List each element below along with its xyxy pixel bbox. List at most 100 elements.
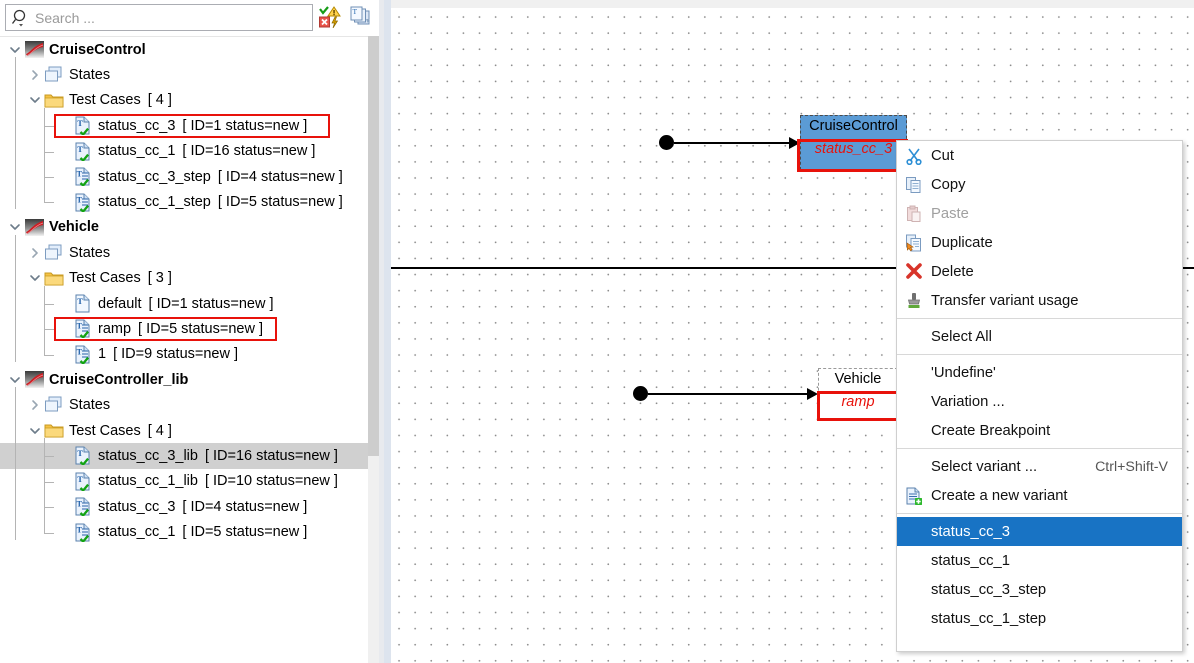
tree-row-meta: [ ID=5 status=new ] <box>138 321 263 337</box>
menu-item-label: 'Undefine' <box>931 365 1182 381</box>
tree-row-cruisecontrol[interactable]: CruiseControl <box>0 37 368 62</box>
menu-item-status-cc-1-step[interactable]: status_cc_1_step <box>897 604 1182 633</box>
svg-text:T: T <box>77 474 83 484</box>
tree-row-label: status_cc_3 <box>98 499 175 515</box>
menu-separator <box>897 513 1182 514</box>
tree-connector-line <box>44 126 54 127</box>
menu-item-cut[interactable]: Cut <box>897 141 1182 170</box>
tree-indent-spacer <box>55 113 73 138</box>
tree-row-status-cc-1[interactable]: Tstatus_cc_1[ ID=16 status=new ] <box>0 139 368 164</box>
tree-row-test-cases[interactable]: Test Cases[ 4 ] <box>0 418 368 443</box>
tree-row-cruisecontroller-lib[interactable]: CruiseController_lib <box>0 367 368 392</box>
menu-item-select-all[interactable]: Select All <box>897 322 1182 351</box>
tree-row-ramp[interactable]: Tramp[ ID=5 status=new ] <box>0 316 368 341</box>
tree-indent-spacer <box>55 164 73 189</box>
tree-row-1[interactable]: T1[ ID=9 status=new ] <box>0 342 368 367</box>
tree-row-vehicle[interactable]: Vehicle <box>0 215 368 240</box>
menu-item-undefine[interactable]: 'Undefine' <box>897 358 1182 387</box>
tree-connector-line <box>44 304 54 305</box>
tree-row-meta: [ ID=4 status=new ] <box>218 169 343 185</box>
svg-text:T: T <box>77 500 83 509</box>
svg-text:T: T <box>77 170 83 179</box>
tree-row-test-cases[interactable]: Test Cases[ 3 ] <box>0 266 368 291</box>
menu-item-delete[interactable]: Delete <box>897 257 1182 286</box>
svg-text:T: T <box>77 296 83 306</box>
menu-item-label: status_cc_3_step <box>931 582 1182 598</box>
connector-line-2 <box>648 393 809 395</box>
tree-connector-line <box>44 438 45 534</box>
application-window: Search ... T <box>0 0 1194 663</box>
tree-connector-line <box>44 202 54 203</box>
chevron-right-icon[interactable] <box>26 240 44 265</box>
svg-text:T: T <box>77 347 83 356</box>
teststep-icon: T <box>73 167 93 187</box>
menu-item-status-cc-1[interactable]: status_cc_1 <box>897 546 1182 575</box>
block-vehicle-variant-highlight <box>817 391 900 421</box>
menu-item-status-cc-3-step[interactable]: status_cc_3_step <box>897 575 1182 604</box>
folder-icon <box>44 421 64 441</box>
scrollbar-thumb[interactable] <box>368 36 379 456</box>
tree-row-states[interactable]: States <box>0 240 368 265</box>
testcase-icon: T <box>73 141 93 161</box>
menu-item-label: Create a new variant <box>931 488 1182 504</box>
tree-connector-line <box>44 456 54 457</box>
search-placeholder: Search ... <box>35 10 95 26</box>
tree-row-label: Vehicle <box>49 219 99 235</box>
tree-row-status-cc-3[interactable]: Tstatus_cc_3[ ID=4 status=new ] <box>0 494 368 519</box>
menu-item-variation[interactable]: Variation ... <box>897 387 1182 416</box>
menu-item-label: Select variant ... <box>931 459 1095 475</box>
tree-row-status-cc-1-lib[interactable]: Tstatus_cc_1_lib[ ID=10 status=new ] <box>0 469 368 494</box>
menu-item-create-breakpoint[interactable]: Create Breakpoint <box>897 416 1182 445</box>
tree-row-meta: [ ID=5 status=new ] <box>182 524 307 540</box>
tree-indent-spacer <box>55 139 73 164</box>
search-input[interactable]: Search ... <box>5 4 313 31</box>
tree-row-states[interactable]: States <box>0 62 368 87</box>
menu-item-status-cc-3[interactable]: status_cc_3 <box>897 517 1182 546</box>
tree-row-status-cc-1[interactable]: Tstatus_cc_1 [ ID=5 status=new ] <box>0 519 368 544</box>
tree-row-status-cc-3-lib[interactable]: Tstatus_cc_3_lib[ ID=16 status=new ] <box>0 443 368 468</box>
tree-row-states[interactable]: States <box>0 392 368 417</box>
delete-x-icon <box>897 257 931 286</box>
tree-connector-line <box>44 177 54 178</box>
tree-connector-line <box>44 152 54 153</box>
model-icon <box>24 217 44 237</box>
chevron-right-icon[interactable] <box>26 393 44 418</box>
tree-row-status-cc-1-step[interactable]: Tstatus_cc_1_step[ ID=5 status=new ] <box>0 189 368 214</box>
tree-row-status-cc-3-step[interactable]: Tstatus_cc_3_step[ ID=4 status=new ] <box>0 164 368 189</box>
connector-start-dot-2 <box>633 386 648 401</box>
test-case-browser-panel: Search ... T <box>0 0 380 663</box>
folder-icon <box>44 268 64 288</box>
chevron-down-icon[interactable] <box>26 266 44 291</box>
tree-row-label: status_cc_1 <box>98 524 175 540</box>
testcase-icon: T <box>73 446 93 466</box>
menu-icon-spacer <box>897 604 931 633</box>
menu-item-label: Transfer variant usage <box>931 293 1182 309</box>
tree-row-label: CruiseController_lib <box>49 372 188 388</box>
block-cruisecontrol-title: CruiseControl <box>801 118 906 134</box>
tree-row-default[interactable]: Tdefault[ ID=1 status=new ] <box>0 291 368 316</box>
chevron-down-icon[interactable] <box>26 88 44 113</box>
tree-row-test-cases[interactable]: Test Cases[ 4 ] <box>0 88 368 113</box>
tree-indent-spacer <box>55 316 73 341</box>
copy-testcase-icon[interactable]: T <box>348 5 372 29</box>
chevron-down-icon[interactable] <box>26 418 44 443</box>
svg-text:T: T <box>353 7 358 16</box>
tree-row-label: default <box>98 296 142 312</box>
menu-item-duplicate[interactable]: Duplicate <box>897 228 1182 257</box>
chevron-right-icon[interactable] <box>26 63 44 88</box>
tree-vertical-scrollbar[interactable] <box>368 36 379 663</box>
teststep-icon: T <box>73 522 93 542</box>
menu-item-create-a-new-variant[interactable]: Create a new variant <box>897 481 1182 510</box>
menu-item-copy[interactable]: Copy <box>897 170 1182 199</box>
validate-icon[interactable] <box>318 5 342 29</box>
canvas-top-ruler <box>384 0 1194 8</box>
svg-text:T: T <box>77 195 83 204</box>
menu-item-label: Copy <box>931 177 1182 193</box>
model-tree[interactable]: CruiseControlStatesTest Cases[ 4 ]Tstatu… <box>0 36 368 663</box>
tree-row-status-cc-3[interactable]: Tstatus_cc_3[ ID=1 status=new ] <box>0 113 368 138</box>
menu-item-transfer-variant-usage[interactable]: Transfer variant usage <box>897 286 1182 315</box>
context-menu[interactable]: CutCopyPasteDuplicateDeleteTransfer vari… <box>896 140 1183 652</box>
menu-item-select-variant[interactable]: Select variant ...Ctrl+Shift-V <box>897 452 1182 481</box>
tree-connector-line <box>44 355 54 356</box>
tree-row-label: status_cc_1_lib <box>98 473 198 489</box>
